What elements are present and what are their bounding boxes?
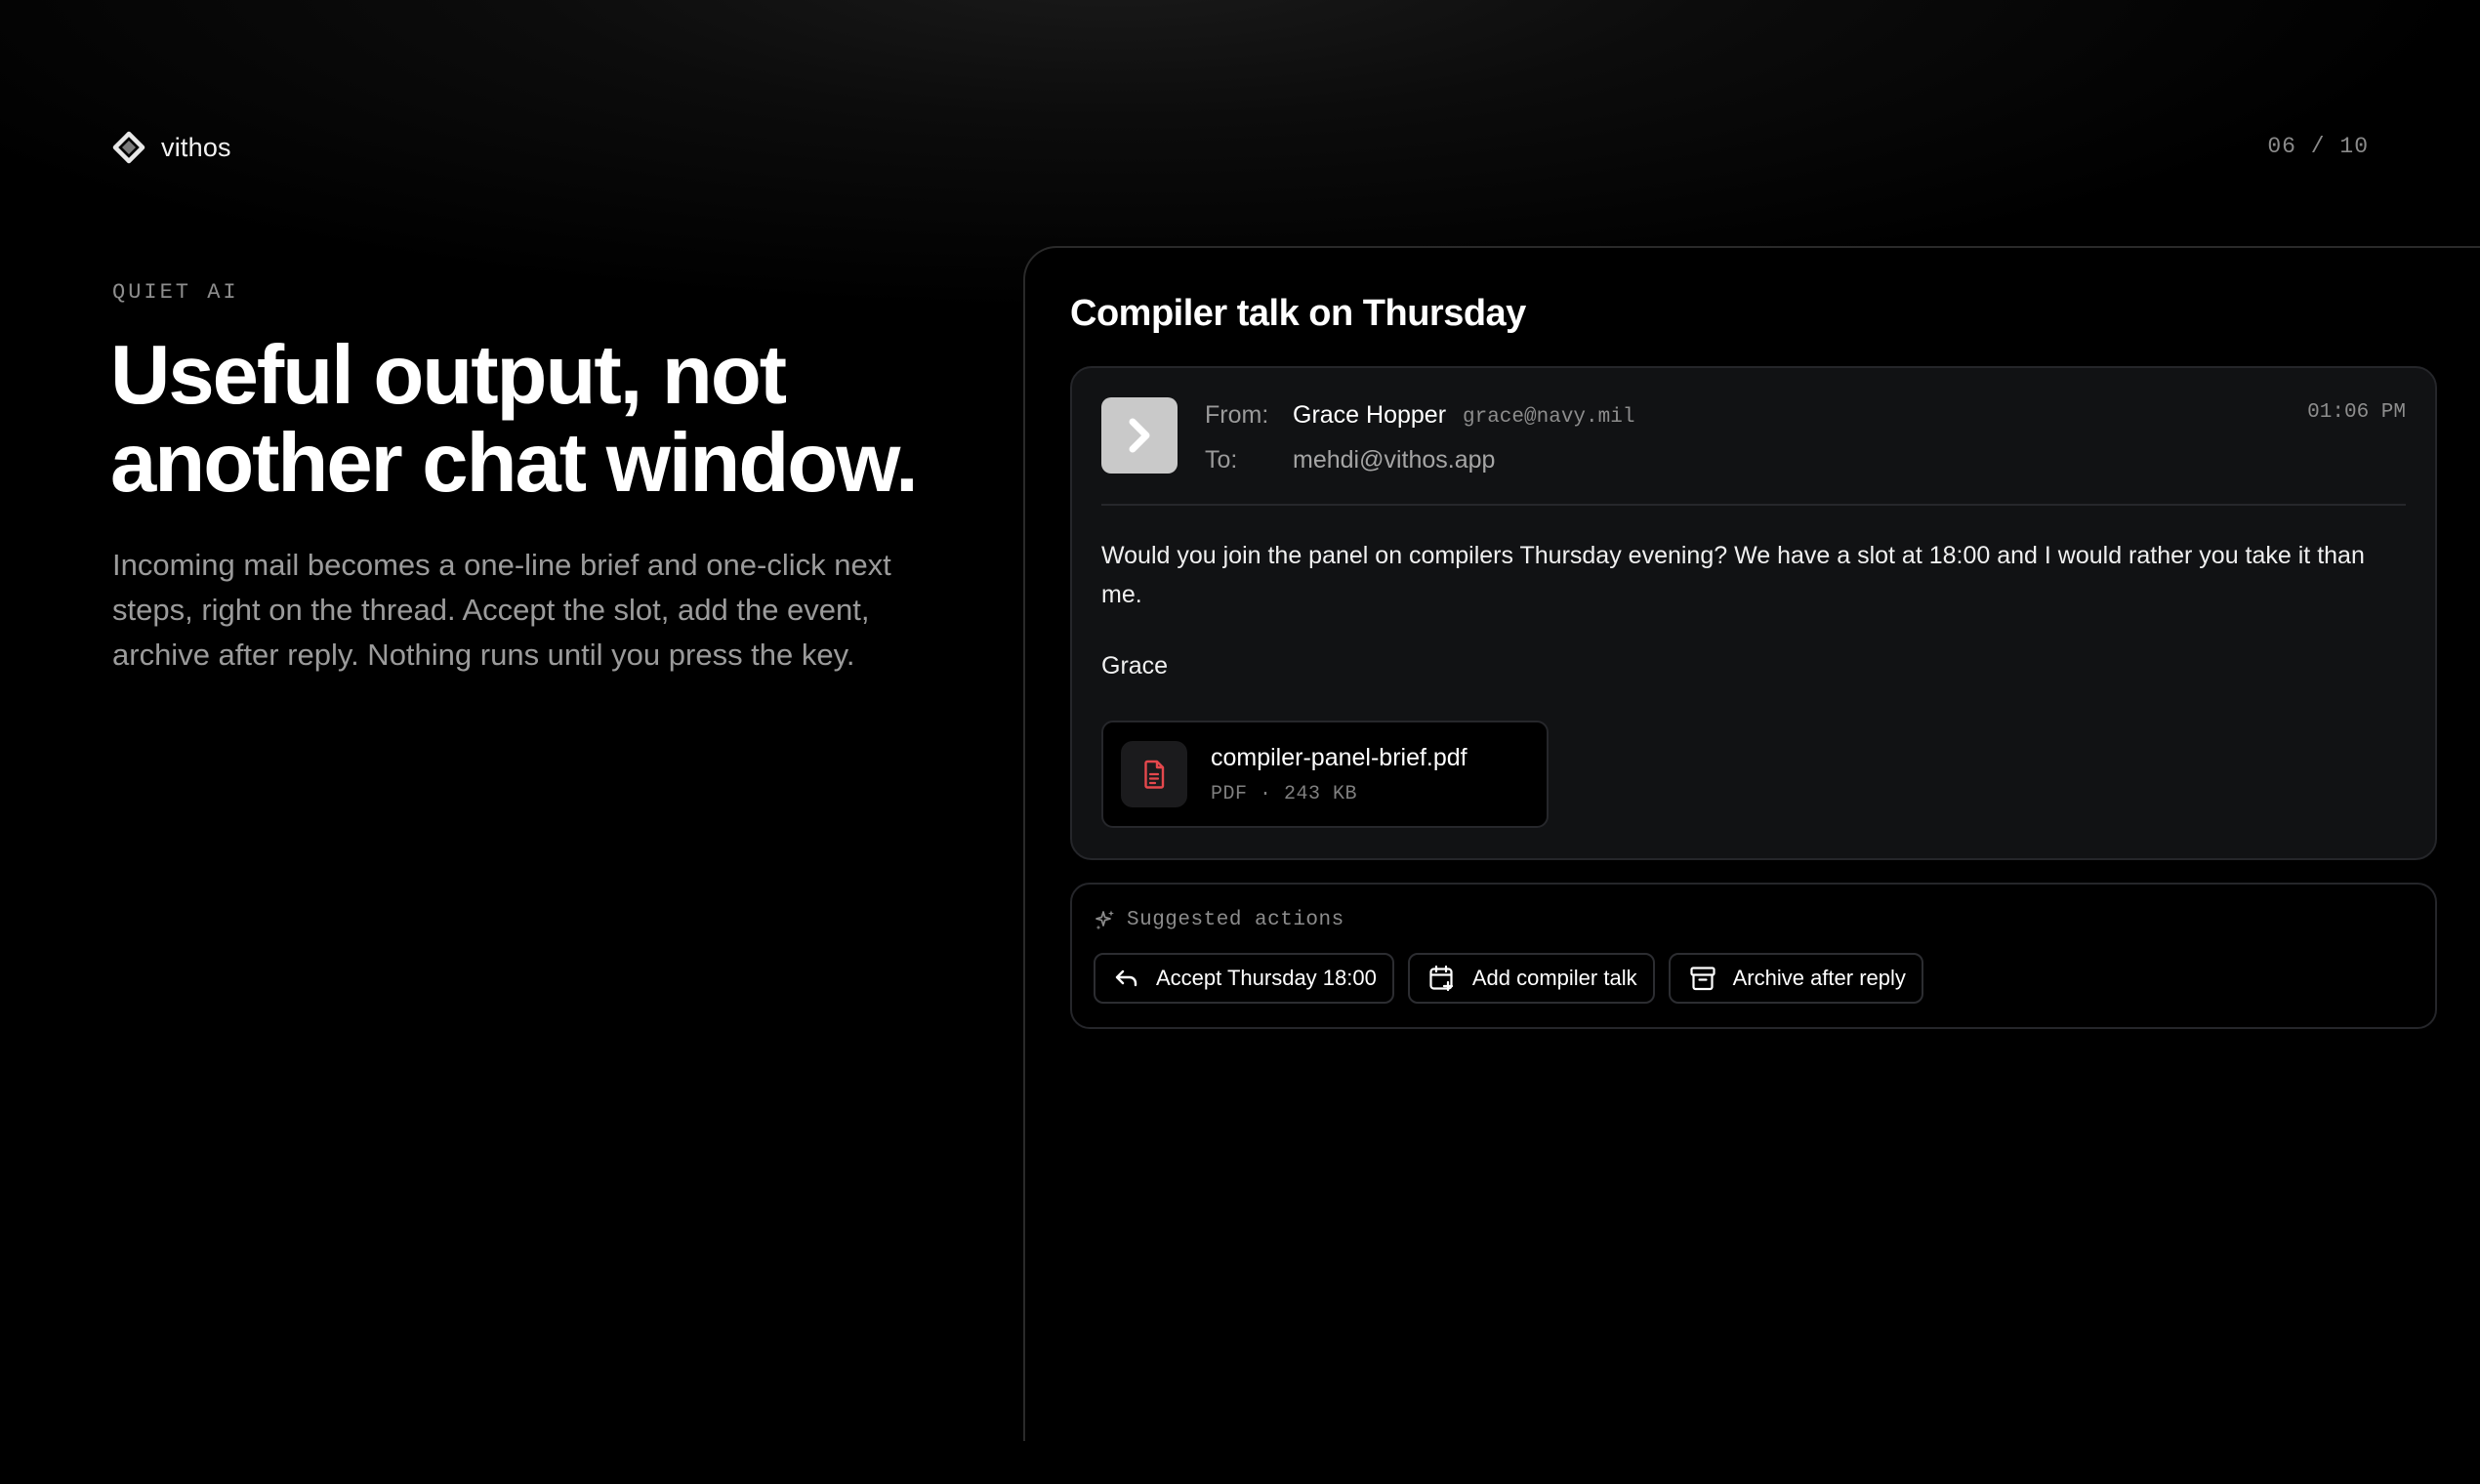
slide: vithos 06 / 10 QUIET AI Useful output, n…: [0, 0, 2480, 1484]
reply-icon: [1115, 969, 1137, 987]
suggested-actions-card: Suggested actions Accept Thursday 18:00 …: [1070, 883, 2437, 1029]
brand[interactable]: vithos: [112, 131, 231, 164]
sparkles-icon: [1095, 910, 1114, 930]
attachment-name: compiler-panel-brief.pdf: [1211, 744, 1467, 771]
attachment-meta: PDF · 243 KB: [1211, 783, 1358, 805]
add-event-label: Add compiler talk: [1471, 966, 1637, 990]
brand-name: vithos: [161, 132, 231, 162]
mail-body: Would you join the panel on compilers Th…: [1101, 542, 2365, 608]
diamond-logo-icon: [112, 131, 145, 164]
chevron-right-icon: [1129, 418, 1150, 453]
headline-line-1: Useful output, not: [110, 329, 787, 422]
mail-card: From: Grace Hopper grace@navy.mil To: me…: [1070, 366, 2437, 860]
headline: Useful output, not another chat window.: [110, 332, 989, 508]
attachment-icon-tile: [1121, 741, 1187, 807]
divider: [1101, 504, 2406, 506]
sender-email[interactable]: grace@navy.mil: [1463, 406, 1634, 429]
sender-name[interactable]: Grace Hopper: [1293, 401, 1446, 430]
from-label: From:: [1205, 401, 1269, 429]
archive-icon: [1689, 967, 1715, 991]
recipient-email[interactable]: mehdi@vithos.app: [1293, 446, 1495, 474]
suggested-actions-row: Accept Thursday 18:00 Add compiler talk …: [1094, 953, 1923, 1004]
archive-label: Archive after reply: [1732, 966, 1906, 990]
suggested-actions-header: Suggested actions: [1094, 908, 1344, 931]
slide-counter: 06 / 10: [2267, 134, 2369, 159]
add-event-button[interactable]: Add compiler talk: [1407, 953, 1655, 1004]
accept-slot-label: Accept Thursday 18:00: [1156, 966, 1377, 990]
headline-line-2: another chat window.: [110, 417, 919, 510]
to-label: To:: [1205, 446, 1238, 474]
archive-after-reply-button[interactable]: Archive after reply: [1668, 953, 1923, 1004]
suggested-actions-label: Suggested actions: [1127, 908, 1344, 931]
avatar: [1101, 397, 1178, 474]
file-icon: [1144, 760, 1165, 789]
mail-timestamp: 01:06 PM: [2307, 401, 2406, 424]
mail-signature: Grace: [1101, 652, 1169, 680]
thread-title: Compiler talk on Thursday: [1070, 293, 1526, 334]
eyebrow: QUIET AI: [112, 280, 239, 305]
attachment[interactable]: compiler-panel-brief.pdf PDF · 243 KB: [1101, 721, 1549, 828]
lede: Incoming mail becomes a one-line brief a…: [112, 548, 891, 672]
accept-slot-button[interactable]: Accept Thursday 18:00: [1094, 953, 1394, 1004]
calendar-plus-icon: [1429, 965, 1453, 992]
